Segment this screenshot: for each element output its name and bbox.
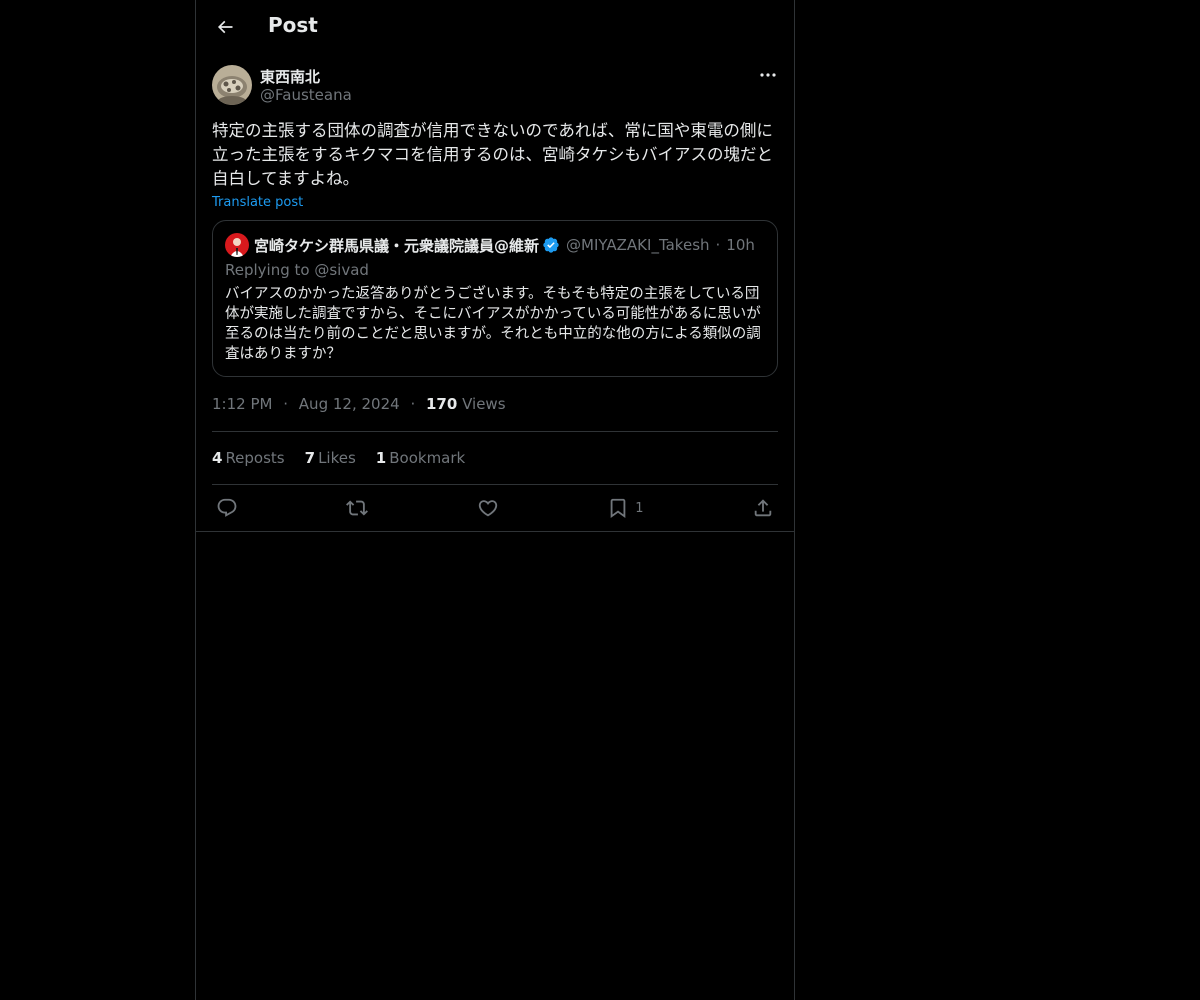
reply-icon	[217, 498, 237, 517]
bookmark-count: 1	[635, 500, 644, 516]
quote-header: 宮崎タケシ群馬県議・元衆議院議員@維新 @MIYAZAKI_Takesh · 1…	[225, 232, 765, 258]
quote-author-name[interactable]: 宮崎タケシ群馬県議・元衆議院議員@維新	[254, 235, 539, 256]
divider	[196, 531, 794, 532]
post: 東西南北 @Fausteana 特定の主張する団体の調査が信用できないのであれば…	[196, 65, 794, 532]
bookmark-icon	[610, 498, 626, 519]
bookmarks-label: Bookmark	[389, 449, 466, 467]
actions-row: 1	[212, 485, 778, 531]
views-count: 170	[426, 395, 458, 413]
repost-button[interactable]	[346, 497, 369, 519]
header: Post	[196, 0, 794, 53]
author-name[interactable]: 東西南北	[260, 66, 320, 87]
avatar-image	[212, 65, 252, 105]
bookmarks-stat[interactable]: 1 Bookmark	[376, 449, 465, 467]
author-handle[interactable]: @Fausteana	[260, 86, 352, 104]
reposts-count: 4	[212, 449, 223, 467]
replying-to: Replying to @sivad	[225, 261, 369, 279]
heart-icon	[478, 500, 498, 517]
bookmarks-count: 1	[375, 449, 387, 467]
post-date[interactable]: Aug 12, 2024	[299, 395, 400, 413]
repost-icon	[346, 500, 369, 516]
likes-count: 7	[304, 449, 316, 467]
back-button[interactable]	[212, 14, 238, 40]
reply-button[interactable]	[216, 497, 238, 519]
page-title: Post	[268, 13, 318, 37]
separator-dot: ·	[715, 236, 721, 254]
reposts-label: Reposts	[225, 449, 285, 467]
separator-dot: ·	[283, 395, 289, 413]
quote-time[interactable]: 10h	[726, 236, 755, 254]
verified-badge-icon	[542, 236, 560, 254]
post-column: Post 東西南北 @Fausteana 特定の主張する団体の調査が信用できない…	[195, 0, 795, 1000]
separator-dot: ·	[410, 395, 416, 413]
author-row: 東西南北 @Fausteana	[212, 65, 778, 117]
reposts-stat[interactable]: 4 Reposts	[212, 449, 285, 467]
quote-avatar-image	[225, 233, 249, 257]
likes-stat[interactable]: 7 Likes	[305, 449, 356, 467]
share-button[interactable]	[752, 497, 774, 519]
post-text: 特定の主張する団体の調査が信用できないのであれば、常に国や東電の側に立った主張を…	[212, 121, 773, 188]
quoted-post[interactable]: 宮崎タケシ群馬県議・元衆議院議員@維新 @MIYAZAKI_Takesh · 1…	[212, 220, 778, 377]
arrow-left-icon	[217, 20, 233, 34]
translate-post-link[interactable]: Translate post	[212, 195, 303, 210]
more-icon	[760, 73, 776, 77]
stats-row: 4 Reposts 7 Likes 1 Bookmark	[212, 432, 778, 484]
quote-text: バイアスのかかった返答ありがとうございます。そもそも特定の主張をしている団体が実…	[225, 286, 761, 362]
more-button[interactable]	[758, 67, 778, 83]
like-button[interactable]	[477, 497, 499, 519]
bookmark-button[interactable]: 1	[607, 497, 644, 519]
avatar[interactable]	[212, 65, 252, 105]
quote-avatar[interactable]	[225, 233, 249, 257]
post-meta: 1:12 PM · Aug 12, 2024 · 170 Views	[212, 395, 778, 415]
quote-author-handle[interactable]: @MIYAZAKI_Takesh	[566, 236, 710, 254]
share-icon	[754, 499, 772, 517]
views-label: Views	[462, 395, 506, 413]
likes-label: Likes	[318, 449, 356, 467]
post-time[interactable]: 1:12 PM	[212, 395, 272, 413]
